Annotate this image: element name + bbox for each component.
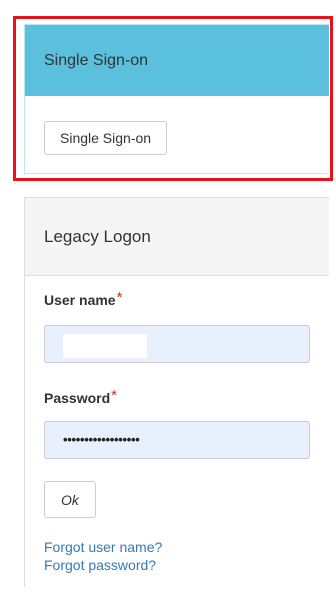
password-input[interactable]: •••••••••••••••••• <box>44 421 310 459</box>
username-value <box>63 334 147 358</box>
username-input[interactable] <box>44 325 310 363</box>
password-required-marker: * <box>111 387 117 404</box>
single-sign-on-button[interactable]: Single Sign-on <box>44 121 168 155</box>
username-label-text: User name <box>44 292 116 308</box>
ok-button[interactable]: Ok <box>44 481 96 518</box>
password-masked-value: •••••••••••••••••• <box>63 432 140 447</box>
single-sign-on-heading: Single Sign-on <box>25 25 329 96</box>
password-label-text: Password <box>44 390 111 406</box>
legacy-logon-panel: Legacy Logon User name* Password* ••••••… <box>24 197 329 587</box>
password-label: Password* <box>44 387 117 407</box>
username-required-marker: * <box>116 289 123 306</box>
single-sign-on-panel: Single Sign-on Single Sign-on <box>24 24 329 174</box>
legacy-logon-heading: Legacy Logon <box>25 198 329 276</box>
forgot-password-link[interactable]: Forgot password? <box>44 557 156 573</box>
single-sign-on-body: Single Sign-on <box>25 96 329 155</box>
forgot-username-link[interactable]: Forgot user name? <box>44 539 162 555</box>
username-label: User name* <box>44 289 123 309</box>
